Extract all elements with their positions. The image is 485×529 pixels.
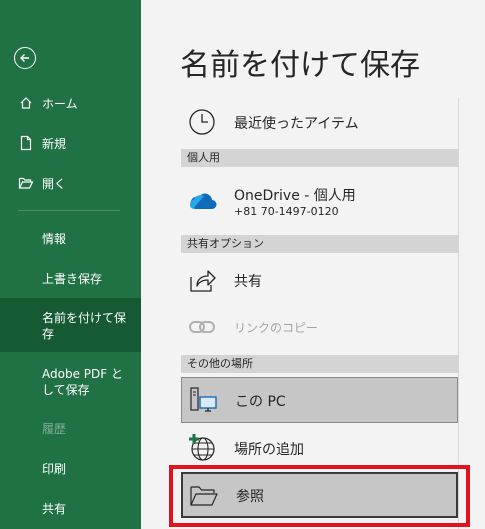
link-icon — [187, 312, 217, 342]
sidebar-item-open[interactable]: 開く — [0, 173, 141, 193]
location-label: 場所の追加 — [234, 442, 304, 458]
section-header-share-options: 共有オプション — [181, 235, 458, 253]
sidebar-item-print[interactable]: 印刷 — [0, 458, 141, 478]
home-icon — [18, 95, 34, 111]
sidebar-item-new[interactable]: 新規 — [0, 133, 141, 153]
onedrive-cloud-icon — [187, 186, 217, 216]
sidebar-item-label: 上書き保存 — [42, 271, 103, 286]
highlight-annotation — [169, 465, 470, 527]
sidebar-item-label: 名前を付けて保 存 — [42, 310, 126, 342]
option-copy-link: リンクのコピー — [181, 308, 458, 346]
sidebar-item-info[interactable]: 情報 — [0, 228, 141, 248]
computer-icon — [188, 385, 218, 415]
sidebar-item-share[interactable]: 共有 — [0, 498, 141, 518]
open-folder-icon — [18, 175, 34, 191]
location-this-pc[interactable]: この PC — [181, 377, 458, 423]
label-line-1: Adobe PDF と — [42, 367, 123, 381]
sidebar-item-label: 履歴 — [42, 421, 67, 436]
sidebar-item-home[interactable]: ホーム — [0, 93, 141, 113]
sidebar-item-label: 共有 — [42, 501, 67, 516]
option-label: リンクのコピー — [234, 321, 319, 335]
section-header-other-locations: その他の場所 — [181, 355, 458, 373]
sidebar-item-label: 新規 — [42, 136, 67, 151]
sidebar-item-label: Adobe PDF と して保存 — [42, 366, 123, 398]
back-arrow-icon[interactable] — [14, 47, 36, 69]
globe-add-icon — [187, 433, 217, 463]
label-line-2: して保存 — [42, 383, 90, 397]
share-icon — [187, 265, 217, 295]
sidebar-divider — [18, 210, 120, 211]
sidebar-item-label: 情報 — [42, 231, 67, 246]
option-label: 共有 — [234, 274, 262, 290]
sidebar-item-label: ホーム — [42, 96, 78, 111]
sidebar-item-label: 開く — [42, 176, 67, 191]
location-label: OneDrive - 個人用 — [234, 188, 356, 204]
label-line-1: 名前を付けて保 — [42, 311, 127, 325]
clock-icon — [187, 107, 217, 137]
sidebar-item-save-as[interactable]: 名前を付けて保 存 — [0, 298, 141, 352]
sidebar-item-save[interactable]: 上書き保存 — [0, 268, 141, 288]
location-recent[interactable]: 最近使ったアイテム — [181, 102, 458, 142]
sidebar-item-history: 履歴 — [0, 418, 141, 438]
location-add-place[interactable]: 場所の追加 — [181, 428, 458, 468]
sidebar-item-label: 印刷 — [42, 461, 67, 476]
label-line-2: 存 — [42, 327, 55, 341]
sidebar-item-adobe-pdf[interactable]: Adobe PDF と して保存 — [0, 365, 141, 401]
page-title: 名前を付けて保存 — [180, 48, 420, 83]
section-header-personal: 個人用 — [181, 149, 458, 167]
account-phone: +81 70-1497-0120 — [234, 205, 339, 218]
location-label: 最近使ったアイテム — [234, 116, 359, 132]
location-onedrive[interactable]: OneDrive - 個人用 +81 70-1497-0120 — [181, 174, 458, 228]
option-share[interactable]: 共有 — [181, 260, 458, 300]
new-document-icon — [18, 135, 34, 151]
location-label: この PC — [235, 394, 286, 410]
backstage-sidebar: ホーム 新規 開く 情報 上書き保存 名前を付けて保 存 Adobe PDF と… — [0, 0, 141, 529]
